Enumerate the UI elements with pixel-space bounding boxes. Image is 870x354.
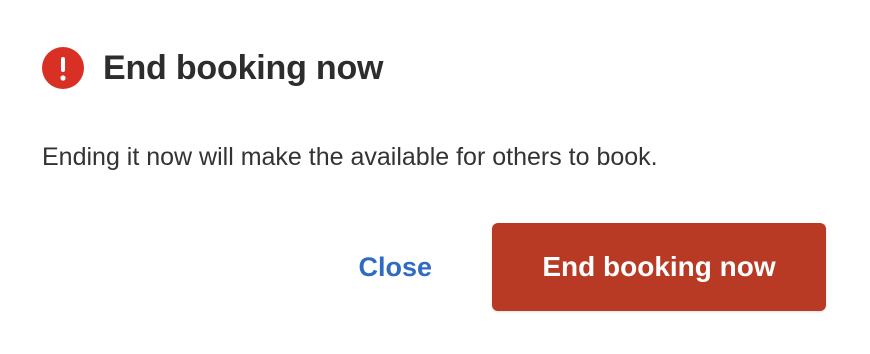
end-booking-dialog: End booking now Ending it now will make … <box>0 0 870 354</box>
end-booking-now-button[interactable]: End booking now <box>492 223 826 311</box>
dialog-header: End booking now <box>42 46 383 90</box>
dialog-message: Ending it now will make the available fo… <box>42 143 658 171</box>
dialog-title: End booking now <box>103 49 384 87</box>
exclamation-alert-icon <box>42 47 84 89</box>
dialog-actions: Close End booking now <box>340 223 826 311</box>
close-button[interactable]: Close <box>340 223 450 311</box>
